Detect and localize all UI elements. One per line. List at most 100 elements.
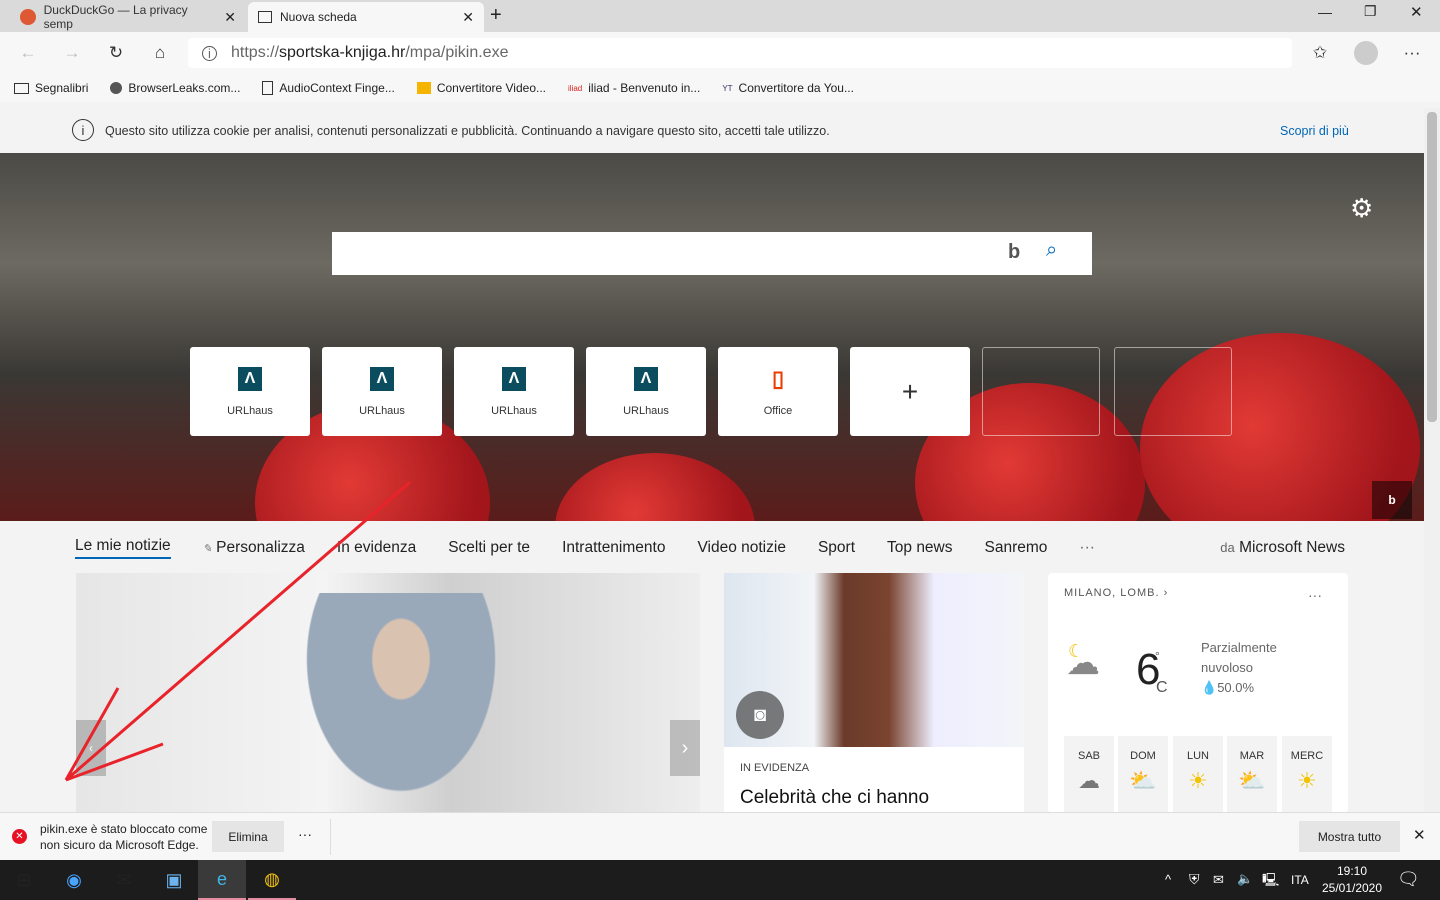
bing-image-button[interactable]: b [1372, 481, 1412, 519]
sunny-icon: ☀ [1297, 768, 1317, 793]
news-card[interactable]: ◙ IN EVIDENZA Celebrità che ci hanno [724, 573, 1024, 813]
taskbar-mail-icon[interactable]: ✉ [100, 860, 148, 900]
bookmark-convertitore-youtube[interactable]: YT Convertitore da You... [722, 81, 854, 95]
search-icon[interactable]: ⌕ [1046, 239, 1057, 262]
tab-bar: DuckDuckGo — La privacy semp ✕ Nuova sch… [0, 0, 1440, 32]
network-icon[interactable]: 🖳 [1262, 871, 1279, 893]
close-tab-icon[interactable]: ✕ [462, 9, 474, 26]
weather-location[interactable]: MILANO, LOMB. › [1064, 587, 1168, 599]
start-button[interactable]: ⊞ [0, 860, 48, 900]
menu-button[interactable]: ··· [1398, 40, 1426, 66]
news-hero-card[interactable]: ‹ › [76, 573, 700, 813]
delete-button[interactable]: Elimina [212, 821, 284, 852]
add-quick-link-button[interactable]: + [850, 347, 970, 436]
moon-icon: ☾ [1068, 641, 1085, 661]
mail-tray-icon[interactable]: ✉ [1213, 872, 1224, 888]
search-input[interactable]: b ⌕ [332, 232, 1092, 275]
clock[interactable]: 19:10 25/01/2020 [1320, 864, 1384, 895]
taskbar-chrome-icon[interactable]: ◍ [248, 860, 296, 900]
show-hidden-icons-button[interactable]: ^ [1165, 872, 1171, 887]
input-language[interactable]: ITA [1291, 873, 1309, 887]
address-bar[interactable]: i https://sportska-knjiga.hr/mpa/pikin.e… [188, 38, 1292, 68]
tab-sanremo[interactable]: Sanremo [985, 539, 1048, 557]
favorites-button[interactable]: ✩ [1306, 40, 1334, 66]
bookmark-browserleaks[interactable]: BrowserLeaks.com... [110, 81, 240, 95]
forecast-day[interactable]: MERC ☀ [1282, 736, 1332, 816]
learn-more-link[interactable]: Scopri di più [1280, 124, 1349, 138]
camera-icon: ◙ [736, 691, 784, 739]
home-button[interactable]: ⌂ [146, 40, 174, 66]
page-icon [262, 81, 274, 95]
duckduckgo-icon [20, 9, 36, 25]
urlhaus-icon: Λ [370, 366, 394, 391]
new-tab-button[interactable]: + [490, 4, 502, 27]
settings-gear-icon[interactable]: ⚙ [1350, 193, 1373, 224]
quick-link-tile[interactable]: Λ URLhaus [190, 347, 310, 436]
blocked-error-icon: ✕ [12, 829, 27, 844]
action-center-icon[interactable]: 🗨 [1397, 869, 1420, 890]
taskbar-edge-icon[interactable]: e [198, 860, 246, 900]
info-icon: i [72, 119, 94, 141]
empty-tile [982, 347, 1100, 436]
show-all-button[interactable]: Mostra tutto [1299, 821, 1400, 852]
back-button[interactable]: ← [14, 40, 42, 66]
scrollbar[interactable] [1424, 108, 1440, 812]
quick-link-tile[interactable]: Λ URLhaus [454, 347, 574, 436]
bookmark-audiocontext[interactable]: AudioContext Finge... [262, 81, 395, 95]
fingerprint-icon [110, 82, 123, 94]
tab-intrattenimento[interactable]: Intrattenimento [562, 539, 665, 557]
carousel-prev-button[interactable]: ‹ [76, 720, 106, 776]
tab-le-mie-notizie[interactable]: Le mie notizie [75, 537, 171, 559]
bookmark-iliad[interactable]: iliad iliad - Benvenuto in... [568, 81, 700, 95]
close-download-bar-button[interactable]: ✕ [1413, 826, 1426, 844]
bookmarks-bar: Segnalibri BrowserLeaks.com... AudioCont… [0, 74, 1440, 102]
download-more-button[interactable]: ··· [298, 826, 312, 842]
taskbar-outlook-icon[interactable]: ▣ [150, 860, 198, 900]
quick-link-tile[interactable]: Λ URLhaus [586, 347, 706, 436]
pencil-icon: ✎ [202, 543, 212, 555]
tab-new-tab[interactable]: Nuova scheda ✕ [248, 2, 484, 32]
tab-personalizza[interactable]: ✎ Personalizza [203, 539, 305, 557]
windows-icon: ⊞ [16, 869, 32, 890]
forecast-day[interactable]: SAB ☁ [1064, 736, 1114, 816]
taskbar-app-network-icon[interactable]: ◉ [50, 860, 98, 900]
forecast-day[interactable]: LUN ☀ [1173, 736, 1223, 816]
volume-icon[interactable]: 🔈 [1237, 871, 1253, 887]
carousel-next-button[interactable]: › [670, 720, 700, 776]
refresh-button[interactable]: ↻ [102, 40, 130, 66]
forecast-day[interactable]: DOM ⛅ [1118, 736, 1168, 816]
scrollbar-thumb[interactable] [1427, 112, 1437, 422]
tab-in-evidenza[interactable]: In evidenza [337, 539, 416, 557]
forward-button[interactable]: → [58, 40, 86, 66]
news-source[interactable]: da Microsoft News [1220, 539, 1345, 557]
quick-link-tile[interactable]: Λ URLhaus [322, 347, 442, 436]
office-icon: ▯ [766, 366, 790, 391]
more-tabs-button[interactable]: ··· [1079, 539, 1095, 557]
security-shield-icon[interactable]: ⛨ [1189, 871, 1200, 888]
minimize-button[interactable]: — [1318, 4, 1332, 20]
cookie-banner: i Questo sito utilizza cookie per analis… [0, 108, 1424, 153]
close-window-button[interactable]: ✕ [1410, 3, 1423, 21]
bookmark-convertitore-video[interactable]: Convertitore Video... [416, 81, 546, 95]
tab-top-news[interactable]: Top news [887, 539, 952, 557]
maximize-button[interactable]: ❐ [1364, 3, 1377, 20]
tab-scelti-per-te[interactable]: Scelti per te [448, 539, 530, 557]
empty-tile [1114, 347, 1232, 436]
tab-sport[interactable]: Sport [818, 539, 855, 557]
background-image: ⚙ b [0, 153, 1424, 521]
news-nav: Le mie notizie ✎ Personalizza In evidenz… [75, 536, 1345, 560]
news-photo [291, 593, 511, 813]
close-tab-icon[interactable]: ✕ [224, 9, 236, 26]
avatar[interactable] [1354, 41, 1378, 65]
partly-sunny-icon: ⛅ [1238, 768, 1266, 793]
weather-more-button[interactable]: ··· [1308, 587, 1322, 603]
tab-duckduckgo[interactable]: DuckDuckGo — La privacy semp ✕ [10, 2, 246, 32]
info-icon[interactable]: i [202, 45, 217, 61]
tab-video-notizie[interactable]: Video notizie [697, 539, 785, 557]
forecast-day[interactable]: MAR ⛅ [1227, 736, 1277, 816]
divider [330, 819, 331, 855]
partly-sunny-icon: ⛅ [1129, 768, 1157, 793]
bookmark-segnalibri[interactable]: Segnalibri [14, 81, 88, 95]
quick-link-tile-office[interactable]: ▯ Office [718, 347, 838, 436]
video-converter-icon [416, 82, 431, 94]
